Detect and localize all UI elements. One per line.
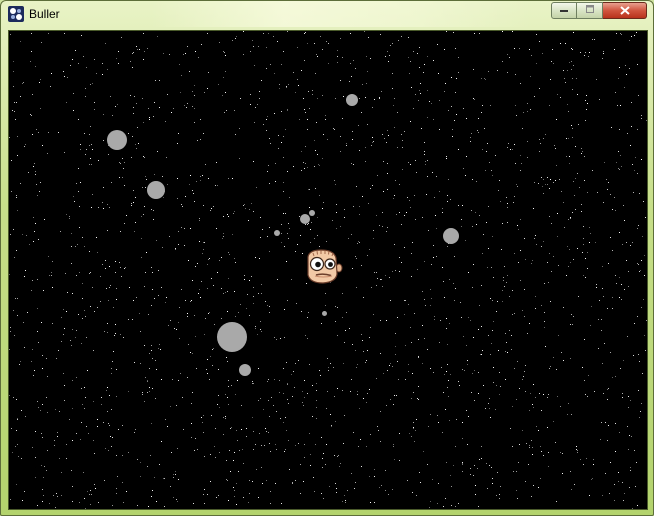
bubble [443,228,459,244]
minimize-button[interactable] [551,2,577,19]
title-bar-glow [151,1,531,27]
bubble [346,94,358,106]
bubble [274,230,280,236]
game-window: Buller [0,0,654,516]
title-bar[interactable]: Buller [1,1,653,29]
bubble [147,181,165,199]
app-logo-icon[interactable] [8,6,24,22]
bubble [239,364,251,376]
minimize-icon [559,5,569,16]
caption-buttons [551,2,647,20]
game-canvas[interactable] [8,30,648,510]
maximize-icon [585,5,595,16]
player-character[interactable] [303,247,343,285]
bubble [309,210,315,216]
close-button[interactable] [603,2,647,19]
maximize-button[interactable] [577,2,603,19]
bubble [217,322,247,352]
bubble [322,311,327,316]
bubble [300,214,310,224]
face-character-icon [303,249,343,289]
bubble [107,130,127,150]
close-icon [619,3,630,18]
window-title: Buller [29,7,60,21]
